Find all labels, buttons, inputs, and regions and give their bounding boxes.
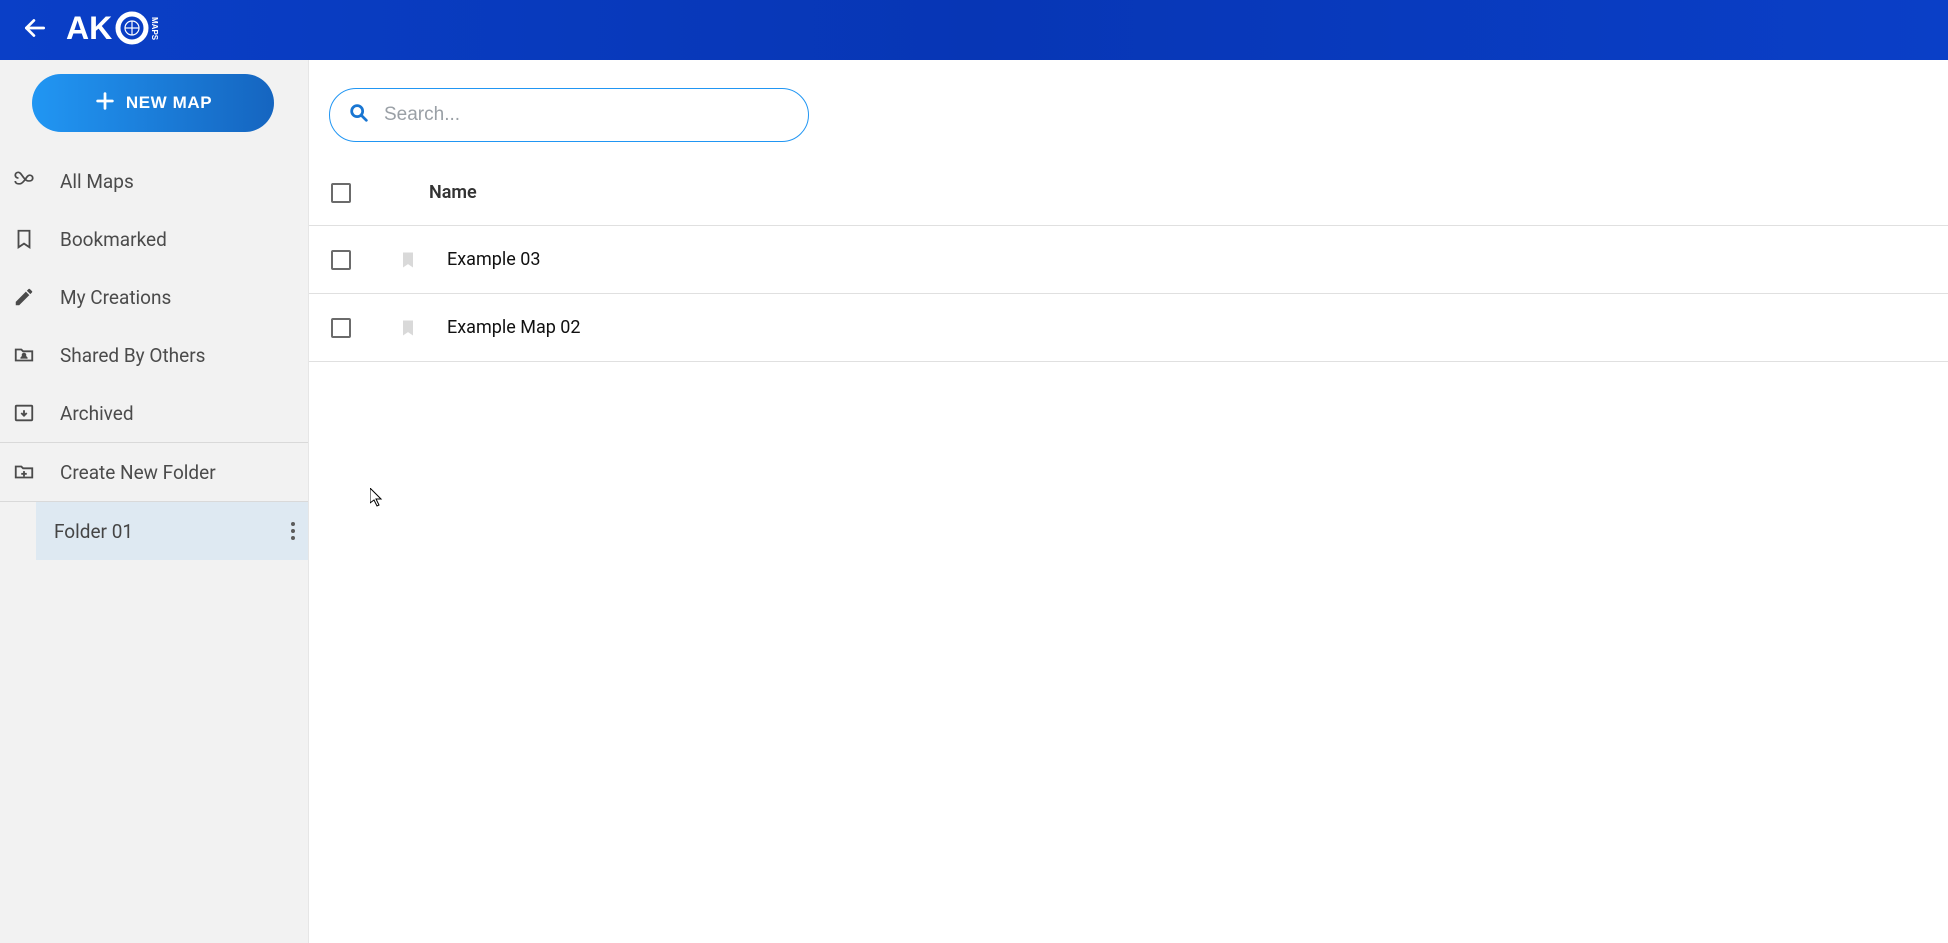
svg-text:MAPS: MAPS bbox=[150, 17, 159, 41]
search-box[interactable] bbox=[329, 88, 809, 142]
bookmark-icon bbox=[8, 228, 40, 250]
shared-folder-icon bbox=[8, 344, 40, 366]
sidebar-item-my-creations[interactable]: My Creations bbox=[0, 268, 308, 326]
sidebar: NEW MAP All Maps Bookmarked My Creations bbox=[0, 60, 309, 943]
table-row[interactable]: Example Map 02 bbox=[309, 294, 1948, 362]
app-header: AK MAPS bbox=[0, 0, 1948, 60]
search-icon bbox=[348, 102, 370, 128]
ako-maps-logo: AK MAPS bbox=[66, 9, 190, 51]
sidebar-folder-item[interactable]: Folder 01 bbox=[36, 502, 308, 560]
table-header: Name bbox=[309, 160, 1948, 226]
row-name: Example 03 bbox=[429, 249, 540, 270]
sidebar-item-label: Archived bbox=[60, 402, 134, 425]
archive-icon bbox=[8, 402, 40, 424]
create-folder-label: Create New Folder bbox=[60, 461, 216, 484]
svg-text:AK: AK bbox=[66, 10, 112, 46]
row-name: Example Map 02 bbox=[429, 317, 581, 338]
table-row[interactable]: Example 03 bbox=[309, 226, 1948, 294]
row-checkbox[interactable] bbox=[331, 250, 351, 270]
select-all-checkbox[interactable] bbox=[331, 183, 351, 203]
pencil-icon bbox=[8, 286, 40, 308]
bookmark-icon[interactable] bbox=[387, 248, 429, 272]
sidebar-item-label: All Maps bbox=[60, 170, 134, 193]
more-vert-icon[interactable] bbox=[290, 521, 296, 541]
new-map-button[interactable]: NEW MAP bbox=[32, 74, 274, 132]
new-folder-icon bbox=[8, 461, 40, 483]
plus-icon bbox=[94, 90, 116, 117]
row-checkbox[interactable] bbox=[331, 318, 351, 338]
back-arrow-icon[interactable] bbox=[22, 15, 48, 45]
sidebar-create-folder[interactable]: Create New Folder bbox=[0, 443, 308, 501]
sidebar-nav: All Maps Bookmarked My Creations Shared … bbox=[0, 152, 308, 442]
infinity-icon bbox=[8, 170, 40, 192]
main-content: Name Example 03 Example Map 02 bbox=[309, 60, 1948, 943]
sidebar-item-archived[interactable]: Archived bbox=[0, 384, 308, 442]
sidebar-item-shared[interactable]: Shared By Others bbox=[0, 326, 308, 384]
sidebar-item-label: My Creations bbox=[60, 286, 171, 309]
sidebar-item-all-maps[interactable]: All Maps bbox=[0, 152, 308, 210]
bookmark-icon[interactable] bbox=[387, 316, 429, 340]
column-header-name[interactable]: Name bbox=[387, 182, 477, 203]
sidebar-item-label: Bookmarked bbox=[60, 228, 167, 251]
folder-label: Folder 01 bbox=[54, 520, 133, 543]
sidebar-item-label: Shared By Others bbox=[60, 344, 205, 367]
sidebar-item-bookmarked[interactable]: Bookmarked bbox=[0, 210, 308, 268]
new-map-label: NEW MAP bbox=[126, 93, 212, 113]
search-input[interactable] bbox=[384, 104, 790, 126]
